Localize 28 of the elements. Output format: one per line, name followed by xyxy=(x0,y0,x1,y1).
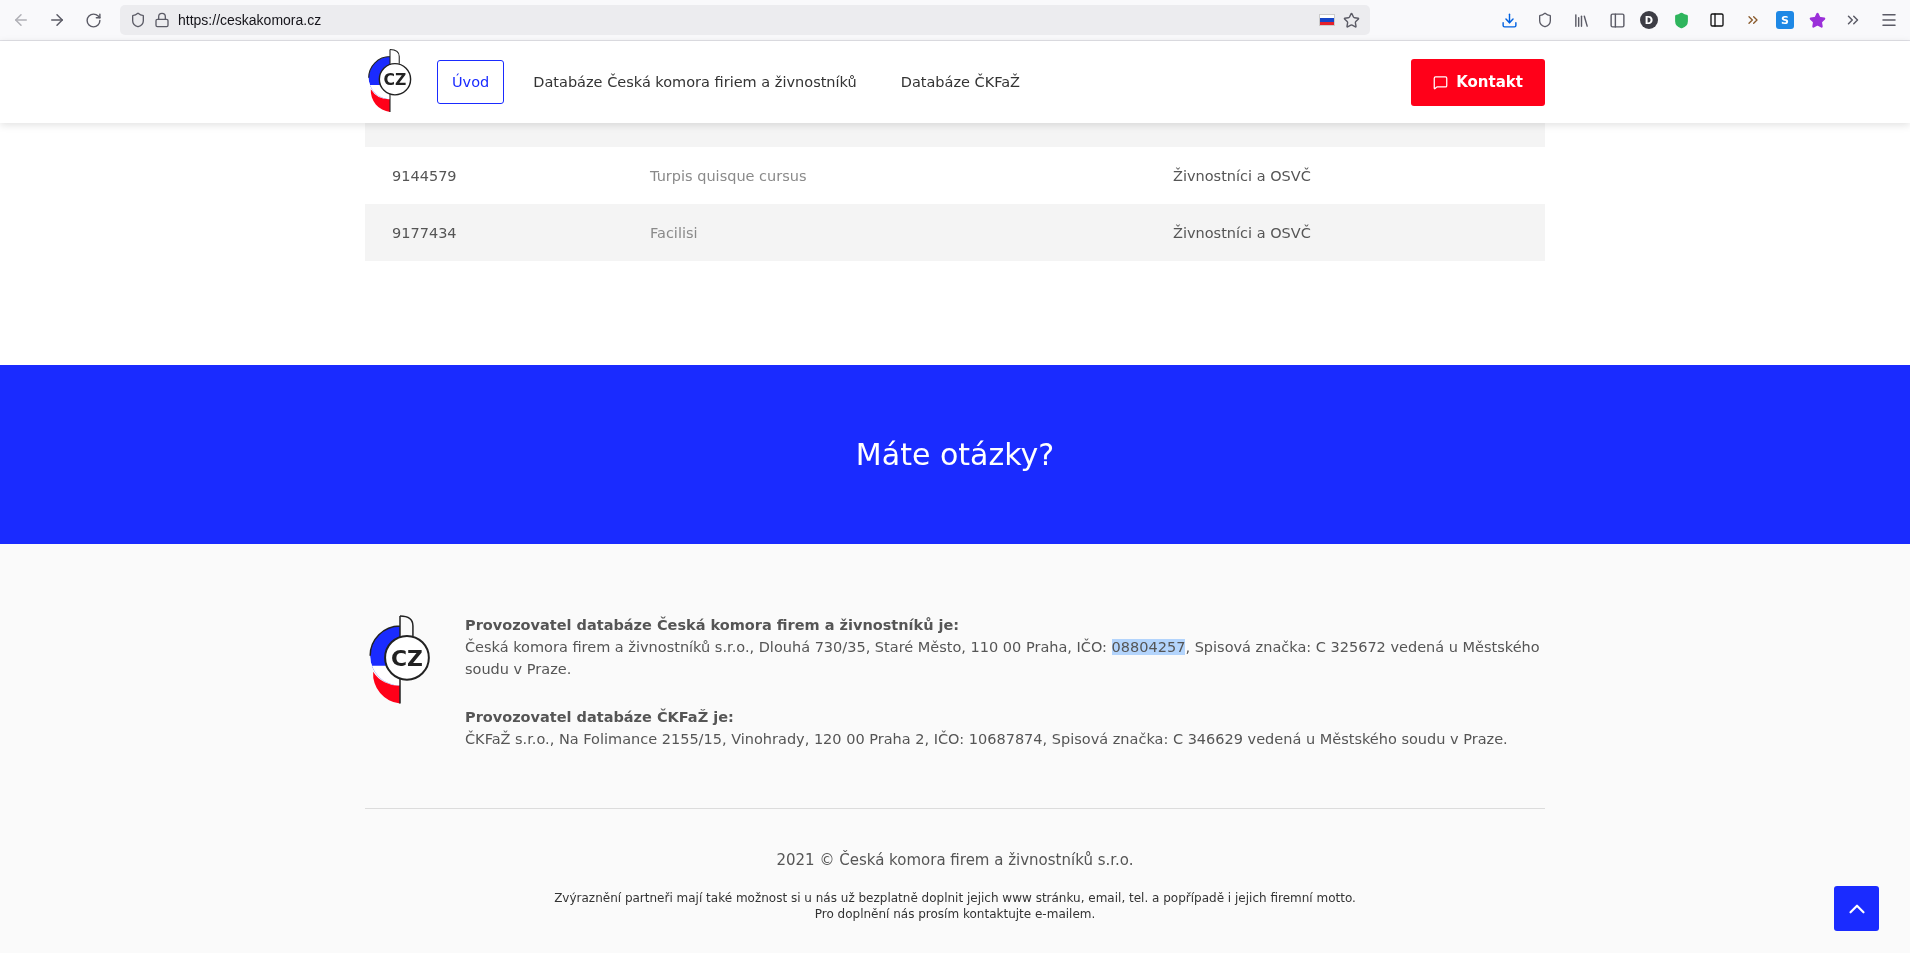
banner-title: Máte otázky? xyxy=(855,437,1055,472)
table-cell-text: Živnostníci a OSVČ xyxy=(1173,224,1312,241)
nav-link[interactable]: Databáze ČKFaŽ xyxy=(885,60,1036,104)
back-to-top-button[interactable] xyxy=(1834,886,1879,931)
operator-text: ČKFaŽ s.r.o., Na Folimance 2155/15, Vinohrady, 120 00 Praha 2, IČO: 10687874, Spisová značka: C 346629 vedená u Městského soudu v Praze. xyxy=(465,729,1509,749)
flag-icon xyxy=(1319,14,1335,26)
table-cell-text: Turpis quisque cursus xyxy=(650,167,808,184)
bookmark-star-icon[interactable] xyxy=(1343,11,1360,29)
table-cell-text: Živnostníci a OSVČ xyxy=(1173,167,1312,184)
operator-text: Česká komora firem a živnostníků s.r.o., Dlouhá 730/35, Staré Město, 110 00 Praha, IČO: 08804257, Spisová značka: C 325672 vedená u Městského soudu v Praze. xyxy=(465,637,1541,679)
profile-avatar[interactable]: D xyxy=(1640,11,1658,29)
contact-button[interactable]: Kontakt xyxy=(1411,58,1545,106)
nav-link[interactable]: Databáze Česká komora firiem a živnostníků xyxy=(518,60,872,104)
table-cell-text: Facilisi xyxy=(650,224,699,241)
copyright-text: 2021 © Česká komora firem a živnostníků s.r.o. xyxy=(775,851,1135,869)
chat-icon xyxy=(1433,74,1449,90)
nav-link[interactable]: Úvod xyxy=(437,60,505,104)
lock-icon xyxy=(154,12,170,28)
url-text: https://ceskakomora.cz xyxy=(178,12,323,28)
table-cell-text: 9144579 xyxy=(391,167,458,184)
operator-heading: Provozovatel databáze ČKFaŽ je: xyxy=(465,707,735,727)
footer-note: Pro doplnění nás prosím kontaktujte e-mailem. xyxy=(813,907,1097,921)
shield-icon xyxy=(130,12,146,28)
operator-heading: Provozovatel databáze Česká komora firem a živnostníků je: xyxy=(465,615,961,635)
table-cell-text: 9177434 xyxy=(391,224,458,241)
address-bar[interactable]: https://ceskakomora.cz xyxy=(120,5,1370,35)
footer-note: Zvýraznění partneři mají také možnost si u nás už bezplatně doplnit jejich www stránku, email, tel. a popřípadě i jejich firemní motto. xyxy=(553,891,1357,905)
extension-button[interactable]: S xyxy=(1776,11,1794,29)
